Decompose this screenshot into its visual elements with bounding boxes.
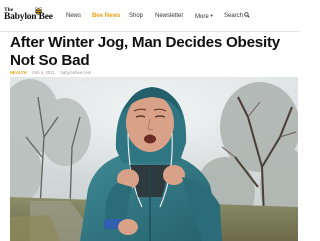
logo-name-text: Babylon Bee [4, 12, 53, 22]
article-date: Feb 4, 2021 [32, 70, 55, 75]
site-logo[interactable]: The Babylon Bee [4, 7, 54, 25]
nav-item-shop[interactable]: Shop [129, 12, 143, 20]
nav-more-label: More [195, 14, 209, 20]
nav-item-search[interactable]: Search [224, 12, 250, 20]
article-category[interactable]: HEALTH [10, 70, 27, 75]
article-meta: HEALTH · Feb 4, 2021 · babylonbee.com [10, 70, 91, 76]
meta-separator: · [28, 70, 31, 75]
header-divider [0, 31, 300, 32]
nav-item-bee-news[interactable]: Bee News [92, 12, 120, 20]
site-header: The Babylon Bee News Bee News Shop Newsl… [0, 0, 300, 31]
jogger-photo-icon [10, 77, 298, 241]
nav-search-label: Search [224, 13, 244, 19]
nav-item-newsletter[interactable]: Newsletter [155, 12, 183, 20]
chevron-down-icon: ▼ [209, 13, 214, 18]
meta-separator: · [56, 70, 59, 75]
search-icon [244, 12, 250, 18]
nav-item-news[interactable]: News [66, 12, 81, 20]
article-source: babylonbee.com [60, 70, 92, 75]
nav-item-more[interactable]: More▼ [195, 12, 214, 21]
page: The Babylon Bee News Bee News Shop Newsl… [0, 0, 300, 241]
article-title: After Winter Jog, Man Decides Obesity No… [10, 34, 280, 69]
article-hero-image [10, 77, 298, 241]
